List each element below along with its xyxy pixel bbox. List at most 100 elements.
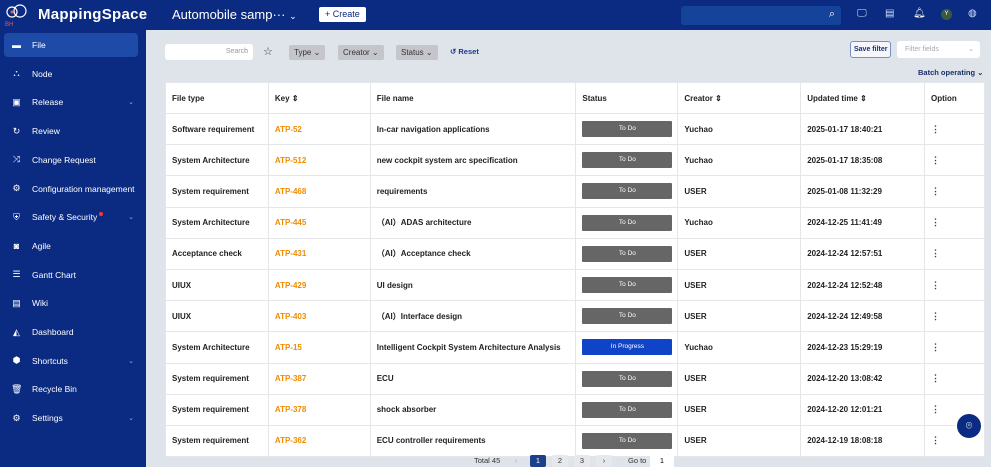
table-row[interactable]: System Architecture ATP-445 （AI）ADAS arc… bbox=[165, 206, 985, 239]
table-row[interactable]: UIUX ATP-403 （AI）Interface design To Do … bbox=[165, 300, 985, 333]
list-icon[interactable]: ▤ bbox=[885, 8, 894, 19]
sidebar-item-shortcuts[interactable]: ⬢ Shortcuts ⌄ bbox=[4, 349, 138, 373]
goto-page-input[interactable]: 1 bbox=[650, 455, 674, 467]
table-row[interactable]: System Architecture ATP-512 new cockpit … bbox=[165, 144, 985, 177]
key-link[interactable]: ATP-445 bbox=[267, 206, 371, 239]
global-search-input[interactable]: ⌕ bbox=[681, 6, 841, 25]
project-selector[interactable]: Automobile samp··· ⌄ bbox=[172, 7, 297, 22]
creator-filter[interactable]: Creator ⌄ bbox=[338, 45, 384, 60]
key-link[interactable]: ATP-512 bbox=[267, 144, 371, 177]
sort-icon[interactable]: ⇕ bbox=[292, 94, 299, 103]
status-badge[interactable]: To Do bbox=[582, 308, 673, 325]
search-input[interactable]: Search ○ bbox=[165, 44, 253, 60]
status-badge[interactable]: To Do bbox=[582, 214, 673, 231]
avatar[interactable]: Y bbox=[941, 9, 952, 20]
sidebar-item-release[interactable]: ▣ Release ⌄ bbox=[4, 90, 138, 114]
type-filter[interactable]: Type ⌄ bbox=[289, 45, 326, 60]
table-row[interactable]: System Architecture ATP-15 Intelligent C… bbox=[165, 331, 985, 364]
status-filter[interactable]: Status ⌄ bbox=[396, 45, 438, 60]
more-options-icon[interactable]: ⋮ bbox=[931, 311, 940, 321]
file-name-cell[interactable]: （AI）ADAS architecture bbox=[369, 206, 577, 239]
sidebar-item-safety-security[interactable]: ⛨ Safety & Security ⌄ bbox=[4, 205, 138, 229]
status-cell: To Do bbox=[575, 268, 679, 302]
status-badge[interactable]: To Do bbox=[582, 121, 673, 138]
sidebar-item-configuration-management[interactable]: ⚙ Configuration management bbox=[4, 177, 138, 201]
file-name-cell[interactable]: requirements bbox=[369, 175, 577, 208]
sidebar-item-settings[interactable]: ⚙ Settings ⌄ bbox=[4, 406, 138, 430]
sidebar-item-recycle-bin[interactable]: 🗑 Recycle Bin bbox=[4, 377, 138, 401]
page-3-button[interactable]: 3 bbox=[574, 455, 590, 467]
reset-button[interactable]: ↺ Reset bbox=[450, 47, 479, 56]
bell-icon[interactable]: 🔔︎ bbox=[913, 8, 926, 19]
more-options-icon[interactable]: ⋮ bbox=[931, 124, 940, 134]
page-1-button[interactable]: 1 bbox=[530, 455, 546, 467]
table-row[interactable]: System requirement ATP-468 requirements … bbox=[165, 175, 985, 208]
file-name-cell[interactable]: In-car navigation applications bbox=[369, 112, 577, 146]
status-badge[interactable]: To Do bbox=[582, 370, 673, 387]
sidebar-item-file[interactable]: ▬ File bbox=[4, 33, 138, 57]
more-options-icon[interactable]: ⋮ bbox=[931, 248, 940, 258]
file-name-cell[interactable]: shock absorber bbox=[369, 393, 577, 426]
column-header[interactable]: Creator ⇕ bbox=[677, 82, 802, 114]
status-badge[interactable]: To Do bbox=[582, 183, 673, 200]
sidebar-item-dashboard[interactable]: ◭ Dashboard bbox=[4, 320, 138, 344]
status-badge[interactable]: To Do bbox=[582, 152, 673, 169]
more-options-icon[interactable]: ⋮ bbox=[931, 435, 940, 445]
sidebar-item-gantt-chart[interactable]: ☰ Gantt Chart bbox=[4, 263, 138, 287]
column-header[interactable]: Key ⇕ bbox=[267, 82, 371, 114]
sort-icon[interactable]: ⇕ bbox=[860, 94, 867, 103]
create-button[interactable]: + Create bbox=[319, 7, 366, 22]
table-row[interactable]: System requirement ATP-387 ECU To Do USE… bbox=[165, 362, 985, 395]
table-row[interactable]: System requirement ATP-362 ECU controlle… bbox=[165, 424, 985, 458]
file-name-cell[interactable]: ECU controller requirements bbox=[369, 424, 577, 458]
key-link[interactable]: ATP-403 bbox=[267, 300, 371, 333]
file-name-cell[interactable]: UI design bbox=[369, 268, 577, 302]
more-options-icon[interactable]: ⋮ bbox=[931, 342, 940, 352]
key-link[interactable]: ATP-431 bbox=[267, 237, 371, 270]
status-badge[interactable]: In Progress bbox=[582, 339, 673, 356]
key-link[interactable]: ATP-15 bbox=[267, 331, 371, 364]
more-options-icon[interactable]: ⋮ bbox=[931, 373, 940, 383]
file-name-cell[interactable]: new cockpit system arc specification bbox=[369, 144, 577, 177]
sidebar-item-agile[interactable]: ◙ Agile bbox=[4, 234, 138, 258]
file-name-cell[interactable]: （AI）Interface design bbox=[369, 300, 577, 333]
file-name-cell[interactable]: ECU bbox=[369, 362, 577, 395]
status-badge[interactable]: To Do bbox=[582, 432, 673, 449]
next-page-button[interactable]: › bbox=[596, 455, 612, 467]
key-link[interactable]: ATP-378 bbox=[267, 393, 371, 426]
more-options-icon[interactable]: ⋮ bbox=[931, 217, 940, 227]
globe-icon[interactable]: ◍ bbox=[968, 8, 977, 19]
more-options-icon[interactable]: ⋮ bbox=[931, 186, 940, 196]
column-header[interactable]: Updated time ⇕ bbox=[800, 82, 926, 114]
table-row[interactable]: Acceptance check ATP-431 （AI）Acceptance … bbox=[165, 237, 985, 270]
table-row[interactable]: Software requirement ATP-52 In-car navig… bbox=[165, 112, 985, 146]
key-link[interactable]: ATP-52 bbox=[267, 112, 371, 146]
key-link[interactable]: ATP-468 bbox=[267, 175, 371, 208]
more-options-icon[interactable]: ⋮ bbox=[931, 404, 940, 414]
table-row[interactable]: UIUX ATP-429 UI design To Do USER 2024-1… bbox=[165, 268, 985, 302]
save-filter-button[interactable]: Save filter bbox=[850, 41, 892, 58]
more-options-icon[interactable]: ⋮ bbox=[931, 155, 940, 165]
status-badge[interactable]: To Do bbox=[582, 401, 673, 418]
monitor-icon[interactable]: 🖵 bbox=[857, 8, 867, 19]
filter-fields-select[interactable]: Filter fields ⌄ bbox=[897, 41, 980, 58]
prev-page-button[interactable]: ‹ bbox=[508, 455, 524, 467]
file-name-cell[interactable]: Intelligent Cockpit System Architecture … bbox=[369, 331, 577, 364]
page-2-button[interactable]: 2 bbox=[552, 455, 568, 467]
sidebar-item-wiki[interactable]: ▤ Wiki bbox=[4, 291, 138, 315]
status-badge[interactable]: To Do bbox=[582, 245, 673, 262]
key-link[interactable]: ATP-429 bbox=[267, 268, 371, 302]
assistant-button[interactable]: ⌾ bbox=[955, 412, 983, 440]
key-link[interactable]: ATP-362 bbox=[267, 424, 371, 458]
file-name-cell[interactable]: （AI）Acceptance check bbox=[369, 237, 577, 270]
batch-operating-button[interactable]: Batch operating ⌄ bbox=[918, 68, 983, 77]
sort-icon[interactable]: ⇕ bbox=[715, 94, 722, 103]
star-icon[interactable]: ☆ bbox=[263, 45, 273, 58]
key-link[interactable]: ATP-387 bbox=[267, 362, 371, 395]
table-row[interactable]: System requirement ATP-378 shock absorbe… bbox=[165, 393, 985, 426]
more-options-icon[interactable]: ⋮ bbox=[931, 280, 940, 290]
sidebar-item-node[interactable]: ⛬ Node bbox=[4, 62, 138, 86]
sidebar-item-review[interactable]: ↻ Review bbox=[4, 119, 138, 143]
status-badge[interactable]: To Do bbox=[582, 277, 673, 294]
sidebar-item-change-request[interactable]: ⤨ Change Request bbox=[4, 148, 138, 172]
